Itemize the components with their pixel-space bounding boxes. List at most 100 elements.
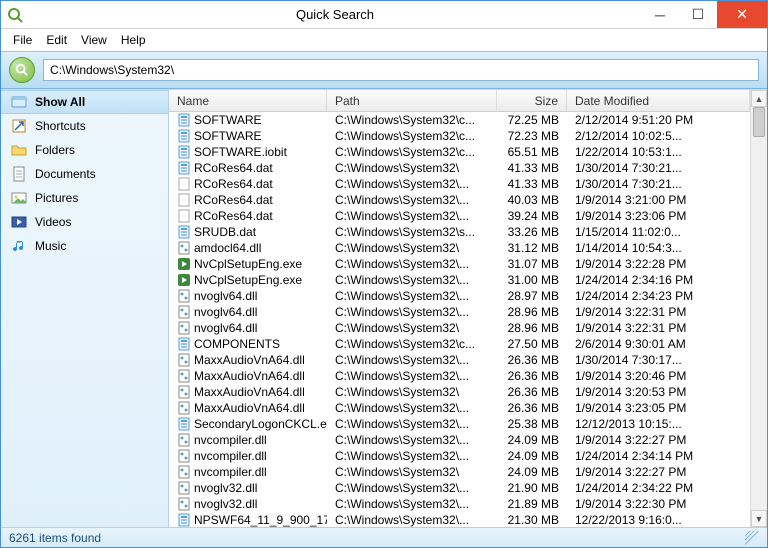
header-path[interactable]: Path [327, 90, 497, 111]
file-name: NvCplSetupEng.exe [194, 257, 302, 271]
file-name: MaxxAudioVnA64.dll [194, 353, 305, 367]
table-row[interactable]: SOFTWARE.iobitC:\Windows\System32\c...65… [169, 144, 750, 160]
file-name: nvcompiler.dll [194, 465, 267, 479]
maximize-button[interactable]: ☐ [679, 1, 717, 28]
file-path: C:\Windows\System32\ [327, 385, 497, 399]
menu-file[interactable]: File [7, 31, 38, 49]
scroll-down-button[interactable]: ▼ [751, 510, 767, 527]
file-date: 12/22/2013 9:16:0... [567, 513, 750, 527]
table-row[interactable]: nvcompiler.dllC:\Windows\System32\...24.… [169, 448, 750, 464]
file-date: 1/24/2014 2:34:22 PM [567, 481, 750, 495]
table-row[interactable]: NPSWF64_11_9_900_170.dllC:\Windows\Syste… [169, 512, 750, 527]
file-name: nvoglv32.dll [194, 497, 257, 511]
shortcut-icon [11, 118, 27, 134]
table-row[interactable]: RCoRes64.datC:\Windows\System32\41.33 MB… [169, 160, 750, 176]
file-date: 1/9/2014 3:20:53 PM [567, 385, 750, 399]
table-row[interactable]: SecondaryLogonCKCL.etlC:\Windows\System3… [169, 416, 750, 432]
scroll-up-button[interactable]: ▲ [751, 90, 767, 107]
menubar: File Edit View Help [1, 29, 767, 51]
search-button[interactable] [9, 57, 35, 83]
file-date: 2/12/2014 9:51:20 PM [567, 113, 750, 127]
file-path: C:\Windows\System32\... [327, 257, 497, 271]
search-input[interactable] [43, 59, 759, 81]
file-size: 31.12 MB [497, 241, 567, 255]
scroll-thumb[interactable] [753, 107, 765, 137]
sidebar-item-picture[interactable]: Pictures [1, 186, 168, 210]
minimize-button[interactable]: ─ [641, 1, 679, 28]
file-path: C:\Windows\System32\... [327, 177, 497, 191]
header-size[interactable]: Size [497, 90, 567, 111]
header-name[interactable]: Name [169, 90, 327, 111]
file-date: 1/15/2014 11:02:0... [567, 225, 750, 239]
file-path: C:\Windows\System32\ [327, 241, 497, 255]
file-icon [177, 209, 191, 223]
menu-edit[interactable]: Edit [40, 31, 73, 49]
table-row[interactable]: nvcompiler.dllC:\Windows\System32\...24.… [169, 432, 750, 448]
file-icon [177, 497, 191, 511]
file-icon [177, 289, 191, 303]
file-path: C:\Windows\System32\... [327, 481, 497, 495]
sidebar-item-folder[interactable]: Folders [1, 138, 168, 162]
file-name: RCoRes64.dat [194, 161, 273, 175]
file-icon [177, 177, 191, 191]
table-row[interactable]: RCoRes64.datC:\Windows\System32\...40.03… [169, 192, 750, 208]
table-row[interactable]: SOFTWAREC:\Windows\System32\c...72.23 MB… [169, 128, 750, 144]
sidebar-item-label: Show All [35, 95, 85, 109]
file-date: 1/9/2014 3:23:05 PM [567, 401, 750, 415]
table-row[interactable]: nvoglv32.dllC:\Windows\System32\...21.90… [169, 480, 750, 496]
table-row[interactable]: MaxxAudioVnA64.dllC:\Windows\System32\..… [169, 352, 750, 368]
sidebar-item-label: Shortcuts [35, 119, 86, 133]
table-row[interactable]: nvoglv64.dllC:\Windows\System32\...28.96… [169, 304, 750, 320]
vertical-scrollbar[interactable]: ▲ ▼ [750, 90, 767, 527]
table-row[interactable]: amdocl64.dll C:\Windows\System32\31.12 MB… [169, 240, 750, 256]
table-row[interactable]: NvCplSetupEng.exe C:\Windows\System32\...… [169, 256, 750, 272]
table-row[interactable]: MaxxAudioVnA64.dllC:\Windows\System32\26… [169, 384, 750, 400]
file-size: 26.36 MB [497, 369, 567, 383]
sidebar-item-show-all[interactable]: Show All [1, 90, 168, 114]
file-path: C:\Windows\System32\c... [327, 113, 497, 127]
file-path: C:\Windows\System32\... [327, 369, 497, 383]
window: Quick Search ─ ☐ ✕ File Edit View Help S… [0, 0, 768, 548]
table-row[interactable]: RCoRes64.datC:\Windows\System32\...41.33… [169, 176, 750, 192]
sidebar-item-shortcut[interactable]: Shortcuts [1, 114, 168, 138]
close-button[interactable]: ✕ [717, 1, 767, 28]
menu-view[interactable]: View [75, 31, 113, 49]
file-icon [177, 129, 191, 143]
sidebar-item-video[interactable]: Videos [1, 210, 168, 234]
menu-help[interactable]: Help [115, 31, 152, 49]
table-row[interactable]: MaxxAudioVnA64.dllC:\Windows\System32\..… [169, 400, 750, 416]
file-date: 1/24/2014 2:34:14 PM [567, 449, 750, 463]
file-size: 24.09 MB [497, 449, 567, 463]
file-name: nvoglv32.dll [194, 481, 257, 495]
magnifier-icon [15, 63, 29, 77]
file-size: 28.96 MB [497, 321, 567, 335]
header-date[interactable]: Date Modified [567, 90, 750, 111]
file-date: 1/9/2014 3:22:31 PM [567, 321, 750, 335]
body: Show All Shortcuts FoldersDocumentsPicture… [1, 89, 767, 527]
table-row[interactable]: COMPONENTSC:\Windows\System32\c...27.50 … [169, 336, 750, 352]
file-date: 1/9/2014 3:22:30 PM [567, 497, 750, 511]
titlebar[interactable]: Quick Search ─ ☐ ✕ [1, 1, 767, 29]
table-row[interactable]: SRUDB.datC:\Windows\System32\s...33.26 M… [169, 224, 750, 240]
sidebar-item-music[interactable]: Music [1, 234, 168, 258]
table-row[interactable]: NvCplSetupEng.exeC:\Windows\System32\...… [169, 272, 750, 288]
file-name: SOFTWARE [194, 113, 262, 127]
file-size: 41.33 MB [497, 161, 567, 175]
file-icon [177, 305, 191, 319]
file-list[interactable]: SOFTWAREC:\Windows\System32\c...72.25 MB… [169, 112, 750, 527]
file-icon [177, 241, 191, 255]
table-row[interactable]: nvcompiler.dllC:\Windows\System32\24.09 … [169, 464, 750, 480]
table-row[interactable]: RCoRes64.datC:\Windows\System32\...39.24… [169, 208, 750, 224]
file-icon [177, 321, 191, 335]
scroll-track[interactable] [751, 107, 767, 510]
sidebar-item-document[interactable]: Documents [1, 162, 168, 186]
table-row[interactable]: MaxxAudioVnA64.dllC:\Windows\System32\..… [169, 368, 750, 384]
resize-grip-icon[interactable] [745, 531, 759, 545]
table-row[interactable]: nvoglv64.dllC:\Windows\System32\28.96 MB… [169, 320, 750, 336]
main-pane: Name Path Size Date Modified SOFTWAREC:\… [169, 90, 767, 527]
table-row[interactable]: nvoglv32.dllC:\Windows\System32\...21.89… [169, 496, 750, 512]
file-name: amdocl64.dll [194, 241, 261, 255]
table-row[interactable]: SOFTWAREC:\Windows\System32\c...72.25 MB… [169, 112, 750, 128]
file-size: 65.51 MB [497, 145, 567, 159]
table-row[interactable]: nvoglv64.dllC:\Windows\System32\...28.97… [169, 288, 750, 304]
